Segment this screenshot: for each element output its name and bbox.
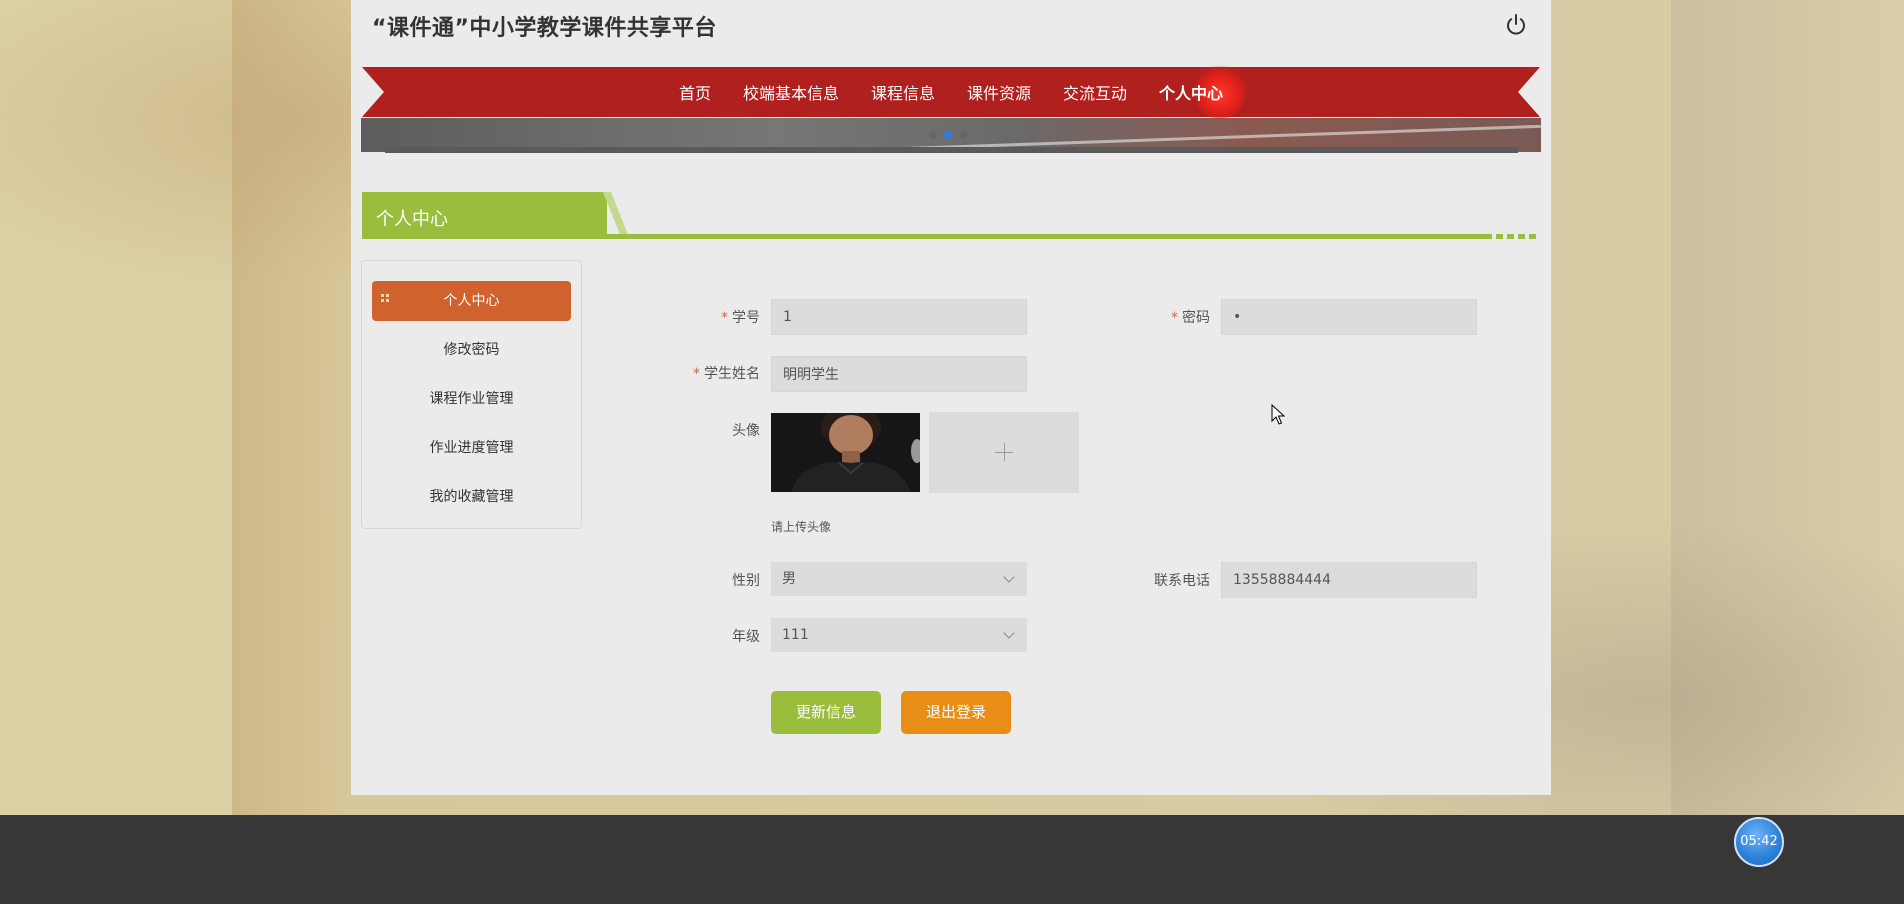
section-underline-dashes [1474,234,1540,239]
timer-badge[interactable]: 05:42 [1734,817,1784,867]
section-title: 个人中心 [376,209,448,230]
avatar-label: 头像 [732,423,760,439]
grade-label: 年级 [732,629,760,645]
sidebar-item-change-password[interactable]: 修改密码 [372,330,571,370]
gender-value: 男 [782,571,796,587]
password-label: * 密码 [1171,310,1210,326]
update-info-button[interactable]: 更新信息 [771,691,881,734]
footer-bar [0,815,1904,904]
logout-button[interactable]: 退出登录 [901,691,1011,734]
nav-item-personal-center[interactable]: 个人中心 [1159,80,1223,104]
mouse-cursor-icon [1271,404,1285,425]
carousel-dots [929,131,967,139]
sidebar-item-label: 个人中心 [443,293,500,309]
sidebar-item-label: 我的收藏管理 [429,489,514,505]
sidebar-item-label: 课程作业管理 [429,391,514,407]
plus-icon [1004,443,1005,461]
chevron-down-icon [1003,571,1015,583]
carousel-dot-active[interactable] [944,131,952,139]
student-id-label: * 学号 [721,310,760,326]
sidebar-item-favorites[interactable]: 我的收藏管理 [372,477,571,517]
power-icon[interactable] [1503,12,1529,38]
phone-label: 联系电话 [1154,573,1210,589]
grid-icon [381,294,390,303]
main-container: “课件通”中小学教学课件共享平台 首页 校端基本信息 课程信息 课件资源 交流互… [351,0,1551,795]
sidebar: 个人中心 修改密码 课程作业管理 作业进度管理 我的收藏管理 [361,260,582,529]
nav-items: 首页 校端基本信息 课程信息 课件资源 交流互动 个人中心 [362,67,1540,117]
sidebar-item-label: 修改密码 [443,342,500,358]
nav-item-home[interactable]: 首页 [679,80,711,104]
student-name-input[interactable] [771,356,1027,392]
phone-input[interactable] [1221,562,1477,598]
sidebar-item-personal-center[interactable]: 个人中心 [372,281,571,321]
required-mark: * [693,366,700,382]
site-title: “课件通”中小学教学课件共享平台 [372,16,717,41]
sidebar-item-label: 作业进度管理 [429,440,514,456]
student-name-label: * 学生姓名 [693,366,760,382]
password-input[interactable] [1221,299,1477,335]
avatar-image[interactable] [771,413,920,492]
grade-value: 111 [782,627,809,643]
required-mark: * [1171,310,1178,326]
section-underline [362,234,1487,239]
carousel-dot[interactable] [959,131,967,139]
grade-select[interactable]: 111 [771,618,1027,652]
gender-label: 性别 [732,573,760,589]
nav-item-courseware[interactable]: 课件资源 [967,80,1031,104]
chevron-down-icon [1003,627,1015,639]
carousel-dot[interactable] [929,131,937,139]
banner-shadow [385,147,1518,153]
main-nav: 首页 校端基本信息 课程信息 课件资源 交流互动 个人中心 [362,63,1540,119]
avatar-upload-button[interactable] [929,412,1079,493]
sidebar-item-homework[interactable]: 课程作业管理 [372,379,571,419]
student-id-input[interactable] [771,299,1027,335]
gender-select[interactable]: 男 [771,562,1027,596]
nav-item-school-info[interactable]: 校端基本信息 [743,80,839,104]
required-mark: * [721,310,728,326]
nav-item-forum[interactable]: 交流互动 [1063,80,1127,104]
sidebar-item-progress[interactable]: 作业进度管理 [372,428,571,468]
avatar-upload-hint: 请上传头像 [771,520,832,534]
nav-item-course-info[interactable]: 课程信息 [871,80,935,104]
